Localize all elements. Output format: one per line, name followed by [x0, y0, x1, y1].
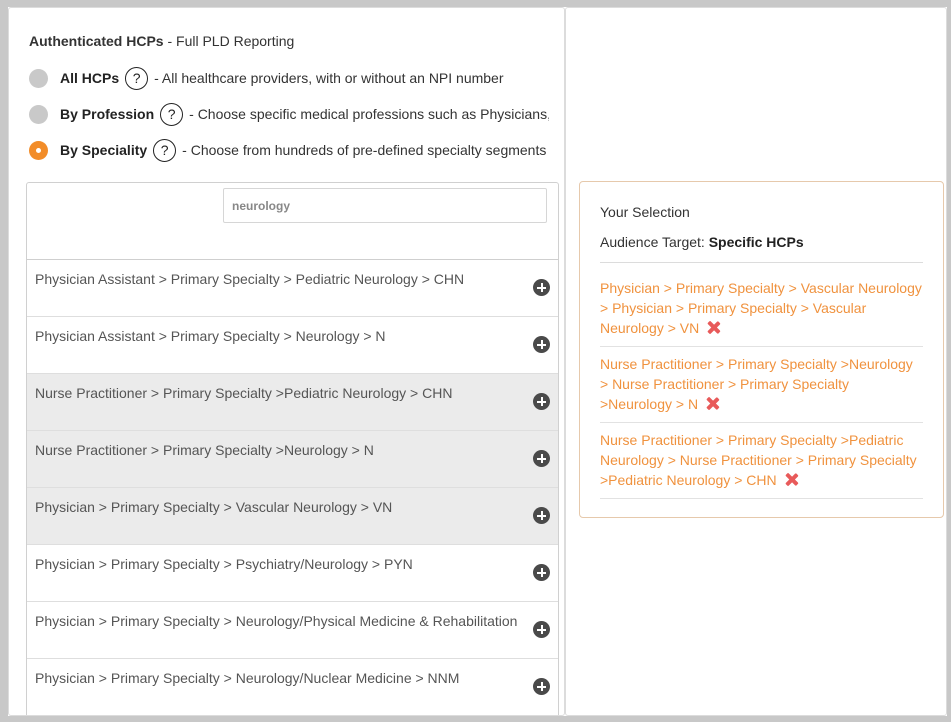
option-label: All HCPs — [60, 70, 120, 86]
result-label: Physician Assistant > Primary Specialty … — [35, 271, 465, 287]
result-row[interactable]: Physician > Primary Specialty > Vascular… — [27, 488, 558, 545]
selected-items-list: Physician > Primary Specialty > Vascular… — [600, 278, 923, 499]
question-circle-icon[interactable]: ? — [125, 66, 149, 90]
section-title-subtitle: - Full PLD Reporting — [163, 33, 295, 49]
option-label: By Speciality — [60, 142, 148, 158]
results-list: Physician Assistant > Primary Specialty … — [27, 260, 558, 715]
result-row[interactable]: Physician > Primary Specialty > Neurolog… — [27, 602, 558, 659]
x-icon[interactable] — [785, 473, 798, 486]
selection-title: Your Selection — [600, 204, 690, 220]
option-by-speciality[interactable]: By Speciality ? - Choose from hundreds o… — [29, 138, 549, 162]
result-row[interactable]: Nurse Practitioner > Primary Specialty >… — [27, 374, 558, 431]
result-row[interactable]: Physician Assistant > Primary Specialty … — [27, 260, 558, 317]
option-description: - Choose from hundreds of pre-defined sp… — [182, 142, 547, 158]
selected-item: Nurse Practitioner > Primary Specialty >… — [600, 347, 923, 423]
plus-circle-icon[interactable] — [533, 678, 550, 695]
question-circle-icon[interactable]: ? — [153, 138, 177, 162]
plus-circle-icon[interactable] — [533, 450, 550, 467]
section-title: Authenticated HCPs - Full PLD Reporting — [29, 33, 294, 49]
question-circle-icon[interactable]: ? — [160, 102, 184, 126]
selected-item: Nurse Practitioner > Primary Specialty >… — [600, 423, 923, 499]
option-label: By Profession — [60, 106, 155, 122]
radio-all-hcps[interactable] — [29, 68, 48, 88]
x-icon[interactable] — [706, 397, 719, 410]
result-label: Physician Assistant > Primary Specialty … — [35, 328, 386, 344]
result-row[interactable]: Nurse Practitioner > Primary Specialty >… — [27, 431, 558, 488]
result-label: Nurse Practitioner > Primary Specialty >… — [35, 385, 453, 401]
plus-circle-icon[interactable] — [533, 507, 550, 524]
option-description: - Choose specific medical professions su… — [189, 106, 549, 122]
plus-circle-icon[interactable] — [533, 621, 550, 638]
result-label: Physician > Primary Specialty > Neurolog… — [35, 670, 460, 686]
specialty-list: Physician Assistant > Primary Specialty … — [26, 182, 559, 715]
option-description: - All healthcare providers, with or with… — [154, 70, 504, 86]
option-by-profession[interactable]: By Profession ? - Choose specific medica… — [29, 102, 549, 126]
plus-circle-icon[interactable] — [533, 336, 550, 353]
plus-circle-icon[interactable] — [533, 279, 550, 296]
audience-target: Audience Target: Specific HCPs — [600, 234, 804, 250]
radio-by-speciality[interactable] — [29, 140, 48, 160]
radio-by-profession[interactable] — [29, 104, 48, 124]
audience-target-label: Audience Target: — [600, 234, 705, 250]
plus-circle-icon[interactable] — [533, 564, 550, 581]
selected-item-label: Nurse Practitioner > Primary Specialty >… — [600, 356, 913, 412]
option-all-hcps[interactable]: All HCPs ? - All healthcare providers, w… — [29, 66, 549, 90]
result-label: Physician > Primary Specialty > Vascular… — [35, 499, 393, 515]
section-title-bold: Authenticated HCPs — [29, 33, 164, 49]
search-input[interactable] — [223, 188, 547, 223]
audience-options-panel: Authenticated HCPs - Full PLD Reporting … — [8, 7, 565, 716]
divider — [600, 262, 923, 263]
app-frame: Authenticated HCPs - Full PLD Reporting … — [8, 7, 947, 716]
selected-item: Physician > Primary Specialty > Vascular… — [600, 278, 923, 347]
result-label: Physician > Primary Specialty > Psychiat… — [35, 556, 413, 572]
result-row[interactable]: Physician > Primary Specialty > Psychiat… — [27, 545, 558, 602]
result-label: Nurse Practitioner > Primary Specialty >… — [35, 442, 374, 458]
audience-target-value: Specific HCPs — [708, 234, 804, 250]
x-icon[interactable] — [707, 321, 720, 334]
selection-panel: Your Selection Audience Target: Specific… — [565, 7, 947, 716]
selected-item-label: Nurse Practitioner > Primary Specialty >… — [600, 432, 917, 488]
result-row[interactable]: Physician > Primary Specialty > Neurolog… — [27, 659, 558, 715]
selected-item-label: Physician > Primary Specialty > Vascular… — [600, 280, 922, 336]
search-area — [27, 183, 558, 260]
plus-circle-icon[interactable] — [533, 393, 550, 410]
result-row[interactable]: Physician Assistant > Primary Specialty … — [27, 317, 558, 374]
result-label: Physician > Primary Specialty > Neurolog… — [35, 613, 520, 629]
your-selection-box: Your Selection Audience Target: Specific… — [579, 181, 944, 518]
